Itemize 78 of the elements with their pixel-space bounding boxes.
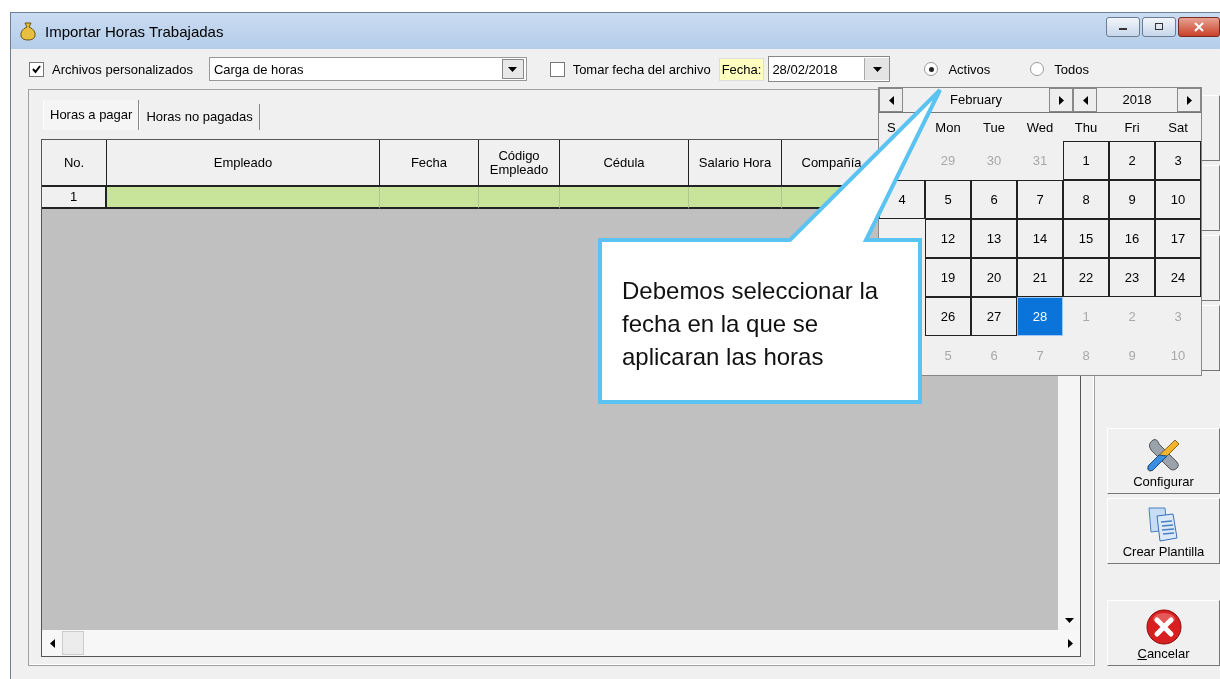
weekday-label: Mon	[934, 119, 962, 135]
weekday-label: Fri	[1123, 119, 1141, 135]
calendar-day[interactable]: 23	[1109, 258, 1155, 297]
calendar-day[interactable]: 22	[1063, 258, 1109, 297]
calendar-day[interactable]: 24	[1155, 258, 1201, 297]
checkbox[interactable]	[549, 61, 565, 77]
month-label: February	[949, 91, 1003, 109]
weekday-label: Sat	[1167, 119, 1189, 135]
radio-label: Activos	[948, 61, 991, 77]
close-button[interactable]	[1178, 17, 1220, 37]
right-arrow-icon	[1186, 95, 1192, 105]
calendar-day[interactable]: 3	[1155, 141, 1201, 180]
side-button[interactable]: Cancelar	[1107, 600, 1220, 666]
radio-label: Todos	[1054, 61, 1089, 77]
horizontal-scrollbar[interactable]	[42, 630, 1080, 656]
column-header[interactable]: Fecha	[380, 140, 479, 187]
column-header[interactable]: Salario Hora	[689, 140, 782, 187]
calendar-day[interactable]: 14	[1017, 219, 1063, 258]
previous-year-button[interactable]	[1073, 88, 1097, 112]
right-arrow-icon	[1058, 95, 1064, 105]
radio-button[interactable]	[924, 62, 939, 76]
callout-text: Debemos seleccionar la fecha en la que se aplicaran las horas	[622, 276, 880, 372]
maximize-icon	[1154, 23, 1164, 31]
previous-month-button[interactable]	[879, 88, 903, 112]
maximize-button[interactable]	[1142, 17, 1176, 37]
next-year-button[interactable]	[1177, 88, 1201, 112]
calendar-day[interactable]: 16	[1109, 219, 1155, 258]
column-header[interactable]: Cédula	[560, 140, 689, 187]
year-label: 2018	[1121, 91, 1153, 109]
calendar-day[interactable]: 15	[1063, 219, 1109, 258]
calendar-day[interactable]: 10	[1155, 180, 1201, 219]
calendar-day[interactable]: 1	[1063, 141, 1109, 180]
date-picker[interactable]: 28/02/2018	[768, 56, 891, 82]
tab[interactable]: Horas no pagadas	[139, 104, 260, 130]
side-button[interactable]: Configurar	[1107, 428, 1220, 494]
weekday-label: Thu	[1073, 119, 1099, 135]
weekday-label: Tue	[982, 119, 1006, 135]
checkbox-label: Archivos personalizados	[52, 61, 193, 77]
calendar-day[interactable]: 28	[1017, 297, 1063, 336]
window-title: Importar Horas Trabajadas	[45, 22, 224, 40]
file-type-dropdown[interactable]: Carga de horas	[208, 57, 527, 81]
calendar-day[interactable]: 17	[1155, 219, 1201, 258]
tab[interactable]: Horas a pagar	[43, 100, 140, 130]
calendar-day[interactable]: 9	[1109, 180, 1155, 219]
calendar-day[interactable]: 6	[971, 180, 1017, 219]
calendar-day[interactable]: 20	[971, 258, 1017, 297]
calendar-day[interactable]: 19	[925, 258, 971, 297]
side-button[interactable]: Crear Plantilla	[1107, 498, 1220, 564]
weekday-label: S	[886, 119, 897, 135]
calendar-day[interactable]: 12	[925, 219, 971, 258]
left-arrow-icon	[888, 95, 894, 105]
scroll-thumb[interactable]	[62, 631, 84, 655]
left-arrow-icon	[1082, 95, 1088, 105]
cancel-icon	[1144, 608, 1183, 646]
calendar-day[interactable]: 2	[1109, 141, 1155, 180]
column-header[interactable]: Empleado	[107, 140, 380, 187]
down-arrow-icon	[1064, 617, 1074, 623]
calendar-day[interactable]: 5	[925, 180, 971, 219]
date-label: Fecha:	[718, 57, 765, 81]
calendar-day[interactable]: 8	[1063, 180, 1109, 219]
weekday-label: Wed	[1025, 119, 1055, 135]
right-arrow-icon	[1067, 638, 1073, 648]
minimize-button[interactable]	[1106, 17, 1140, 37]
column-header[interactable]: Código Empleado	[479, 140, 560, 187]
left-arrow-icon	[49, 638, 55, 648]
calendar-day[interactable]: 27	[971, 297, 1017, 336]
calendar-day[interactable]: 26	[925, 297, 971, 336]
checkbox[interactable]	[29, 61, 44, 77]
calendar-day[interactable]: 21	[1017, 258, 1063, 297]
calendar-day[interactable]: 7	[1017, 180, 1063, 219]
next-month-button[interactable]	[1049, 88, 1073, 112]
checkbox-label: Tomar fecha del archivo	[572, 61, 711, 77]
column-header[interactable]: No.	[42, 140, 107, 187]
row-number: 1	[42, 187, 107, 209]
close-icon	[1193, 22, 1205, 32]
calendar-day[interactable]: 13	[971, 219, 1017, 258]
radio-button[interactable]	[1030, 62, 1045, 76]
money-bag-icon	[19, 21, 37, 41]
